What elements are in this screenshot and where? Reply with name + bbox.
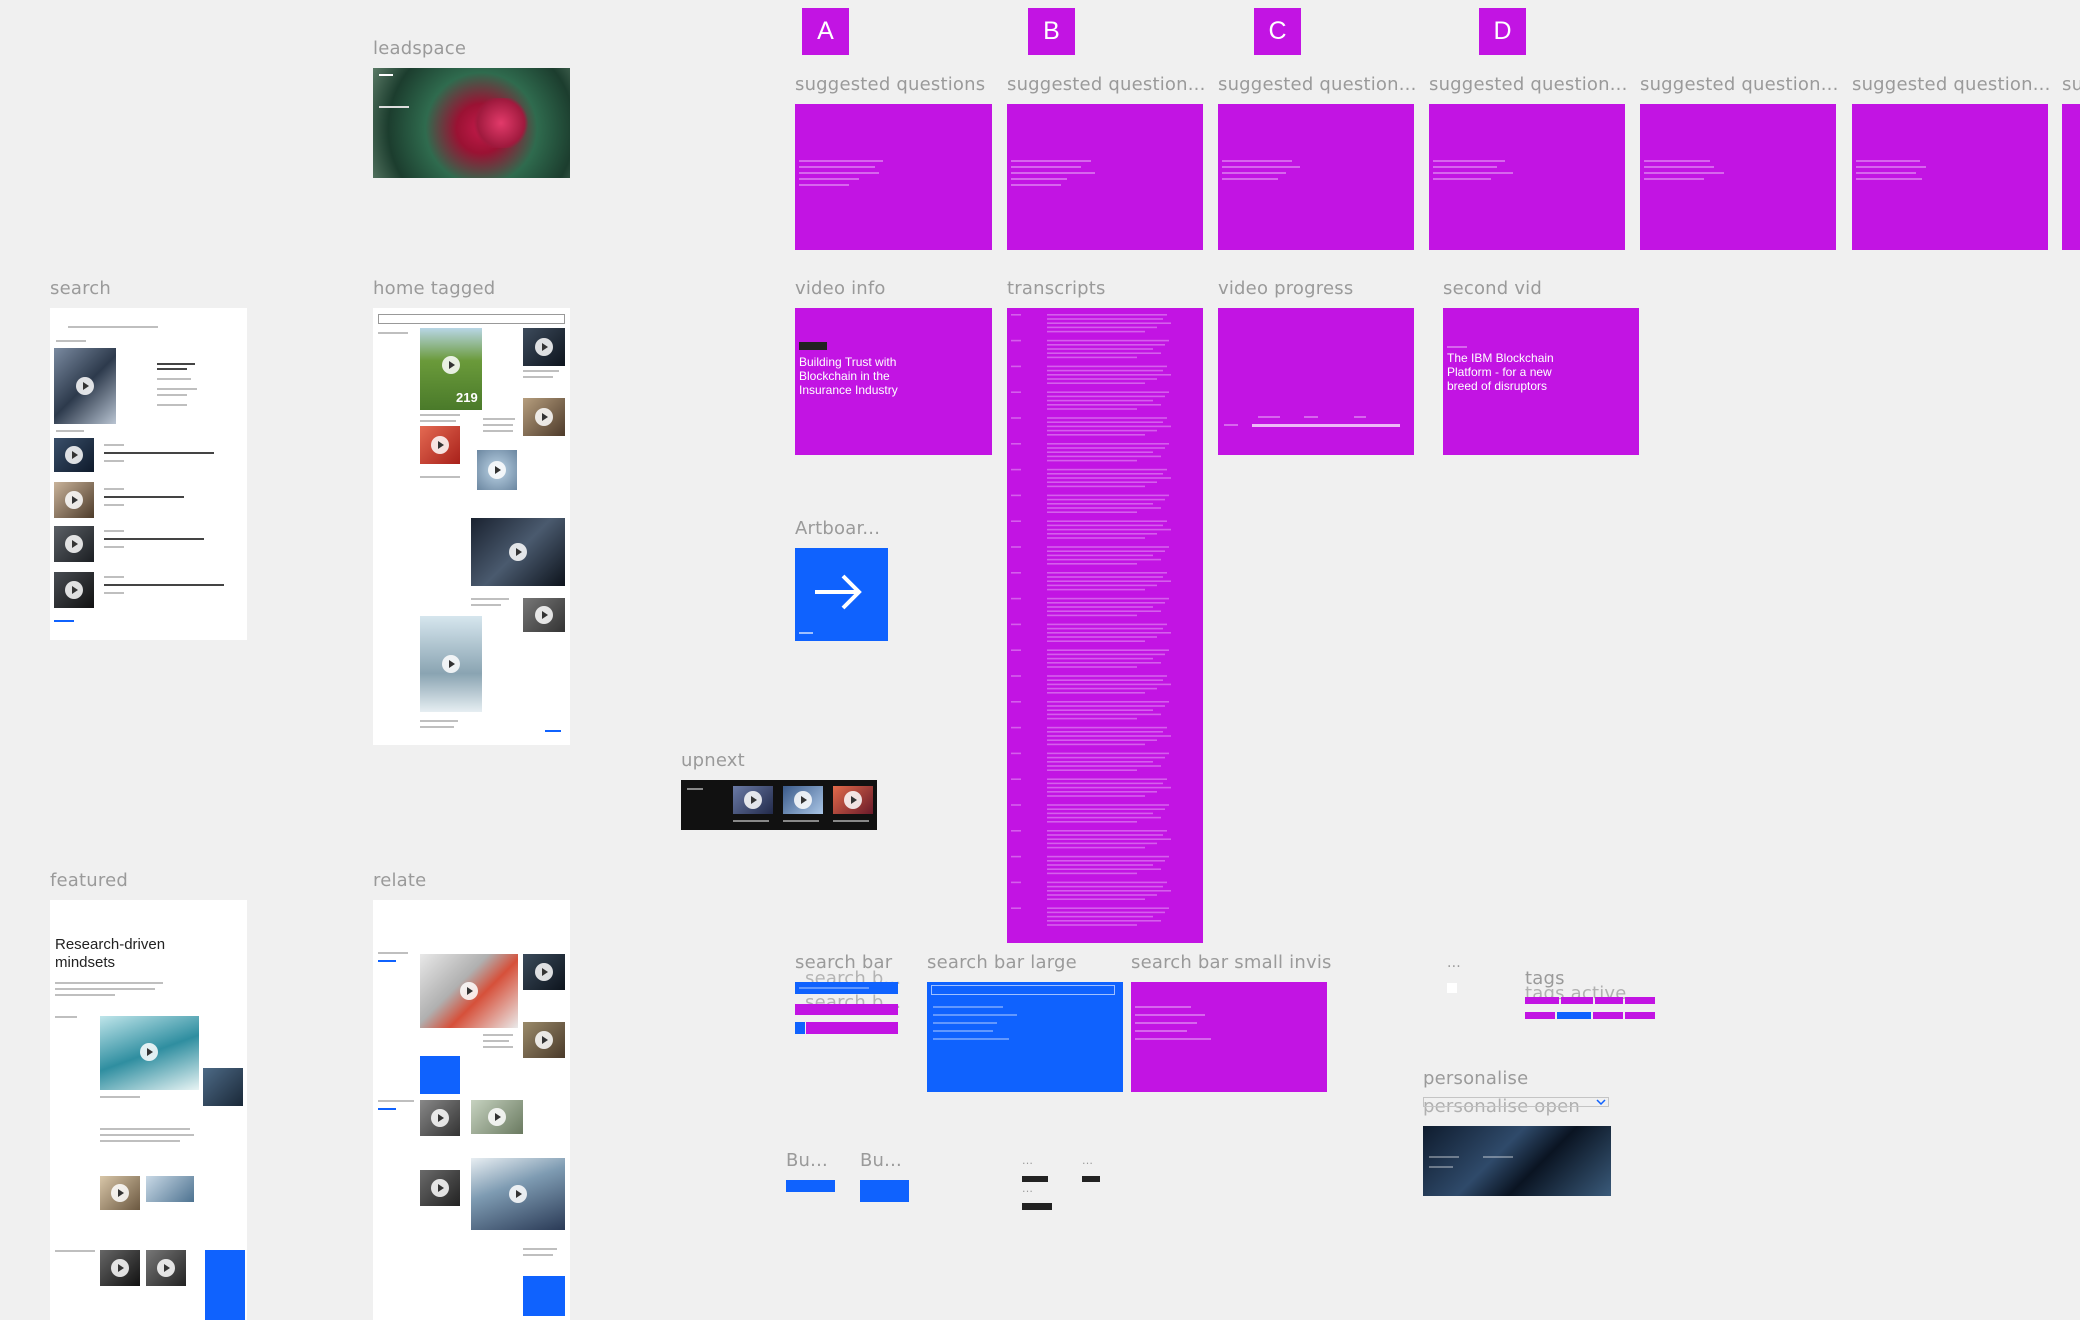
- badge-c: C: [1254, 8, 1301, 55]
- golf-image: 219: [420, 328, 482, 410]
- featured-title: Research-driven mindsets: [55, 936, 166, 971]
- search-bar-blue[interactable]: [795, 982, 898, 994]
- label-personalise: personalise: [1423, 1068, 1529, 1089]
- transcripts-artboard[interactable]: [1007, 308, 1203, 943]
- search-input-large[interactable]: [931, 985, 1115, 995]
- upnext-strip[interactable]: [681, 780, 877, 830]
- suggested-questions-4[interactable]: [1429, 104, 1625, 250]
- label-relate: relate: [373, 870, 427, 891]
- label-ellipsis-4: ...: [1447, 955, 1461, 971]
- search-bar-magenta-2[interactable]: [806, 1022, 898, 1034]
- label-suggested-7: su: [2062, 74, 2080, 95]
- video-info-title: Building Trust with Blockchain in the In…: [799, 355, 898, 397]
- search-hero-image: [54, 348, 116, 424]
- label-search-bar-small-invis: search bar small invis: [1131, 952, 1332, 973]
- tags-row[interactable]: [1525, 997, 1655, 1004]
- suggested-questions-2[interactable]: [1007, 104, 1203, 250]
- home-tagged-artboard[interactable]: 219: [373, 308, 570, 745]
- suggested-questions-3[interactable]: [1218, 104, 1414, 250]
- transcript-lines: [1011, 314, 1171, 926]
- label-suggested-4: suggested question...: [1429, 74, 1628, 95]
- label-suggested-2: suggested question...: [1007, 74, 1206, 95]
- label-search-bar-large: search bar large: [927, 952, 1077, 973]
- label-ellipsis-3: ...: [1082, 1154, 1094, 1167]
- badge-b: B: [1028, 8, 1075, 55]
- label-home-tagged: home tagged: [373, 278, 496, 299]
- label-suggested-5: suggested question...: [1640, 74, 1839, 95]
- leadspace-artboard[interactable]: [373, 68, 570, 178]
- search-artboard[interactable]: [50, 308, 247, 640]
- label-transcripts: transcripts: [1007, 278, 1106, 299]
- arrow-artboard[interactable]: [795, 548, 888, 641]
- label-suggested-1: suggested questions: [795, 74, 986, 95]
- relate-cta-tile[interactable]: [523, 1276, 565, 1316]
- second-vid-artboard[interactable]: The IBM Blockchain Platform - for a new …: [1443, 308, 1639, 455]
- personalise-dropdown[interactable]: [1423, 1097, 1609, 1107]
- suggested-questions-7[interactable]: [2062, 104, 2080, 250]
- play-icon: [76, 377, 94, 395]
- label-suggested-3: suggested question...: [1218, 74, 1417, 95]
- featured-artboard[interactable]: Research-driven mindsets: [50, 900, 247, 1320]
- label-bu-2: Bu...: [860, 1150, 902, 1171]
- video-progress-artboard[interactable]: [1218, 308, 1414, 455]
- arrow-right-icon: [815, 574, 862, 610]
- label-ellipsis-1: ...: [1022, 1154, 1034, 1167]
- video-info-artboard[interactable]: Building Trust with Blockchain in the In…: [795, 308, 992, 455]
- label-suggested-6: suggested question...: [1852, 74, 2051, 95]
- search-bar-icon-tile[interactable]: [795, 1022, 805, 1034]
- suggested-questions-1[interactable]: [795, 104, 992, 250]
- chevron-down-icon: [1596, 1099, 1606, 1105]
- search-bar-magenta[interactable]: [795, 1004, 898, 1015]
- search-bar-small-invis-artboard[interactable]: [1131, 982, 1327, 1092]
- button-1[interactable]: [786, 1180, 835, 1192]
- featured-cta-tile[interactable]: [205, 1250, 245, 1320]
- relate-next-button[interactable]: [420, 1056, 460, 1094]
- label-ellipsis-2: ...: [1022, 1182, 1034, 1195]
- suggested-questions-5[interactable]: [1640, 104, 1836, 250]
- label-bu-1: Bu...: [786, 1150, 828, 1171]
- suggested-questions-6[interactable]: [1852, 104, 2048, 250]
- label-video-info: video info: [795, 278, 886, 299]
- personalise-open-artboard[interactable]: [1423, 1126, 1611, 1196]
- tiny-white-frame[interactable]: [1447, 983, 1457, 993]
- tags-active-row[interactable]: [1525, 1012, 1655, 1019]
- label-artboard: Artboar...: [795, 518, 881, 539]
- dark-chip-2[interactable]: [1022, 1203, 1052, 1210]
- search-bar-large-artboard[interactable]: [927, 982, 1123, 1092]
- second-vid-title: The IBM Blockchain Platform - for a new …: [1447, 351, 1554, 393]
- score-overlay: 219: [456, 390, 478, 405]
- label-upnext: upnext: [681, 750, 745, 771]
- relate-artboard[interactable]: [373, 900, 570, 1320]
- search-input[interactable]: [378, 314, 565, 324]
- badge-d: D: [1479, 8, 1526, 55]
- label-leadspace: leadspace: [373, 38, 467, 59]
- progress-track[interactable]: [1252, 424, 1400, 427]
- label-video-progress: video progress: [1218, 278, 1354, 299]
- badge-a: A: [802, 8, 849, 55]
- label-featured: featured: [50, 870, 129, 891]
- label-search: search: [50, 278, 111, 299]
- label-second-vid: second vid: [1443, 278, 1542, 299]
- dark-chip-3[interactable]: [1082, 1176, 1100, 1182]
- button-2[interactable]: [860, 1180, 909, 1202]
